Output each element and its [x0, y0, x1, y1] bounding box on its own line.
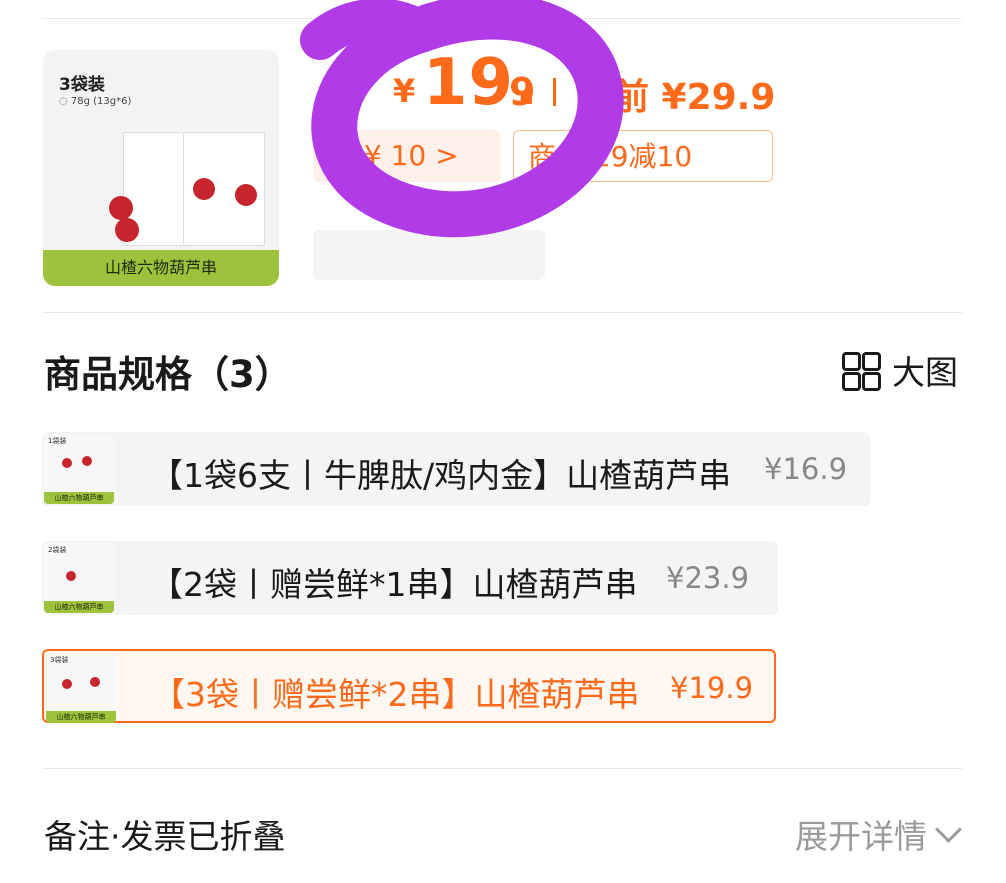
spec-thumb-bar: 山楂六物葫芦串	[44, 601, 114, 613]
price-symbol: ¥	[393, 72, 416, 110]
hawthorn-berry	[82, 456, 92, 466]
expand-details-label: 展开详情	[795, 817, 927, 856]
spec-price: ¥19.9	[670, 671, 754, 705]
spec-option-selected[interactable]: 3袋装 山楂六物葫芦串 【3袋丨赠尝鲜*2串】山楂葫芦串 ¥19.9	[42, 649, 776, 723]
spec-thumb-bar: 山楂六物葫芦串	[44, 492, 114, 504]
spec-label: 【2袋丨赠尝鲜*1串】山楂葫芦串	[150, 565, 638, 604]
hawthorn-berry	[109, 196, 133, 220]
hawthorn-berry	[90, 677, 100, 687]
discount-chip[interactable]: 减 ¥ 10 >	[313, 130, 501, 182]
spec-thumb-title: 2袋装	[48, 546, 67, 554]
hawthorn-berry	[235, 184, 257, 206]
spec-label: 【1袋6支丨牛脾肽/鸡内金】山楂葫芦串	[150, 456, 732, 495]
coupon-chip[interactable]: 商 满29减10	[513, 130, 773, 182]
grid-icon	[842, 352, 881, 391]
pack-title: 3袋装	[59, 75, 105, 95]
section-divider	[42, 768, 962, 769]
price-separator	[553, 78, 556, 106]
spec-option[interactable]: 1袋装 山楂六物葫芦串 【1袋6支丨牛脾肽/鸡内金】山楂葫芦串 ¥16.9	[42, 432, 870, 506]
section-divider	[42, 312, 962, 313]
spec-thumbnail: 3袋装 山楂六物葫芦串	[46, 653, 116, 723]
hawthorn-berry	[193, 178, 215, 200]
product-name-bar: 山楂六物葫芦串	[43, 250, 279, 286]
chevron-down-icon	[935, 815, 962, 843]
hawthorn-berry	[62, 458, 72, 468]
spec-price: ¥16.9	[764, 452, 848, 486]
large-view-button[interactable]: 大图	[842, 346, 958, 394]
spec-section-title: 商品规格（3）	[44, 353, 292, 396]
spec-label: 【3袋丨赠尝鲜*2串】山楂葫芦串	[152, 675, 640, 714]
price-before-discount: 前 ¥29.9	[613, 77, 776, 118]
hawthorn-berry	[62, 679, 72, 689]
hawthorn-berry	[115, 218, 139, 242]
price-decimal: 9	[509, 70, 536, 114]
product-thumbnail[interactable]: 3袋装 ◌ 78g (13g*6) 山楂六物葫芦串	[43, 50, 279, 286]
remark-invoice-label: 备注·发票已折叠	[44, 817, 286, 856]
pack-weight: ◌ 78g (13g*6)	[59, 96, 132, 107]
spec-thumbnail: 1袋装 山楂六物葫芦串	[44, 434, 114, 504]
quantity-control-placeholder[interactable]	[313, 230, 545, 280]
spec-thumbnail: 2袋装 山楂六物葫芦串	[44, 543, 114, 613]
spec-thumb-bar: 山楂六物葫芦串	[46, 711, 116, 723]
spec-price: ¥23.9	[666, 561, 750, 595]
spec-thumb-title: 1袋装	[48, 437, 67, 445]
large-view-label: 大图	[892, 353, 958, 392]
spec-option[interactable]: 2袋装 山楂六物葫芦串 【2袋丨赠尝鲜*1串】山楂葫芦串 ¥23.9	[42, 541, 778, 615]
spec-thumb-title: 3袋装	[50, 656, 69, 664]
expand-details-button[interactable]: 展开详情	[795, 810, 962, 858]
top-divider	[42, 18, 962, 19]
hawthorn-berry	[66, 571, 76, 581]
